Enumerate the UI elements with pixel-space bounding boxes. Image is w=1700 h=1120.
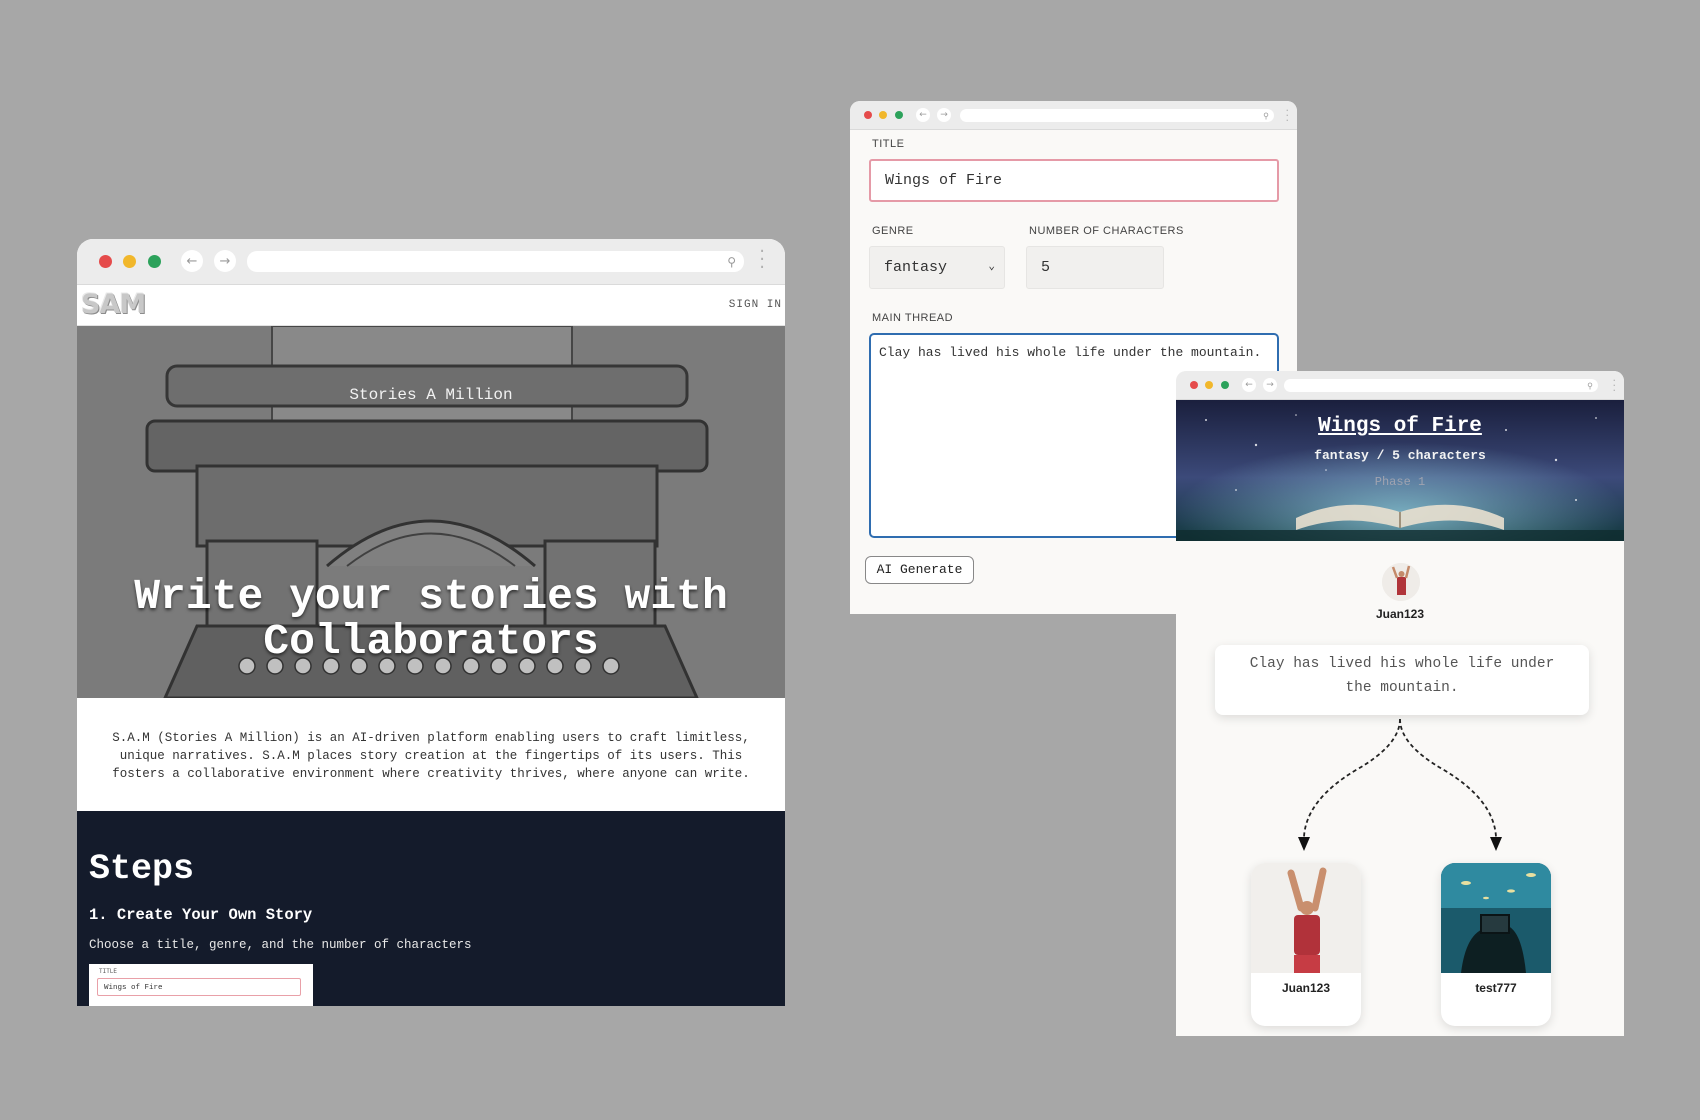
kebab-menu-icon[interactable]: · · · — [1286, 105, 1290, 126]
browser-chrome: ← → ⚲ · · · — [1176, 371, 1624, 400]
title-label: TITLE — [872, 138, 905, 150]
branch-author-name: Juan123 — [1281, 981, 1331, 995]
story-banner: Wings of Fire fantasy / 5 characters Pha… — [1176, 400, 1624, 541]
arrow-down-icon — [1490, 837, 1502, 851]
kebab-menu-icon[interactable]: · · · — [1613, 375, 1617, 396]
branch-right-line — [1399, 718, 1497, 838]
characters-input[interactable]: 5 — [1026, 246, 1164, 289]
forward-arrow-icon[interactable]: → — [937, 108, 951, 122]
chevron-down-icon: ⌄ — [988, 261, 995, 273]
sam-logo[interactable]: SAM — [81, 289, 146, 320]
genre-value: fantasy — [884, 259, 948, 276]
ai-generate-button[interactable]: AI Generate — [865, 556, 974, 584]
address-bar[interactable]: ⚲ — [247, 251, 744, 272]
branch-connector — [1298, 718, 1502, 851]
minimize-dot[interactable] — [123, 255, 136, 268]
branch-card-left[interactable]: Juan123 — [1251, 863, 1361, 1026]
branch-card-right[interactable]: test777 — [1441, 863, 1551, 1026]
arrow-down-icon — [1298, 837, 1310, 851]
story-title[interactable]: Wings of Fire — [1176, 415, 1624, 438]
branch-left-line — [1303, 718, 1401, 838]
minimize-dot[interactable] — [1205, 381, 1213, 389]
kebab-menu-icon[interactable]: · · · — [759, 243, 765, 277]
back-arrow-icon[interactable]: ← — [916, 108, 930, 122]
minimize-dot[interactable] — [879, 111, 887, 119]
back-arrow-icon[interactable]: ← — [181, 250, 203, 272]
characters-label: NUMBER OF CHARACTERS — [1029, 225, 1184, 237]
aquarium-photo — [1441, 863, 1551, 973]
close-dot[interactable] — [1190, 381, 1198, 389]
forward-arrow-icon[interactable]: → — [1263, 378, 1277, 392]
steps-section: Steps 1. Create Your Own Story Choose a … — [77, 811, 785, 1006]
story-phase: Phase 1 — [1374, 475, 1426, 489]
site-header: SAM SIGN IN — [77, 285, 785, 326]
search-icon: ⚲ — [1263, 111, 1269, 120]
basketball-player-photo — [1251, 863, 1361, 973]
close-dot[interactable] — [864, 111, 872, 119]
hero-headline: Write your stories with Collaborators — [77, 574, 785, 664]
title-input[interactable]: Wings of Fire — [869, 159, 1279, 202]
hero-headline-line2: Collaborators — [263, 617, 599, 666]
sign-in-link[interactable]: SIGN IN — [729, 299, 782, 311]
back-arrow-icon[interactable]: ← — [1242, 378, 1256, 392]
step-1-title: 1. Create Your Own Story — [89, 906, 313, 924]
landing-window: ← → ⚲ · · · SAM SIGN IN Stories A Millio… — [77, 239, 785, 1006]
close-dot[interactable] — [99, 255, 112, 268]
genre-label: GENRE — [872, 225, 914, 237]
author-avatar[interactable] — [1382, 563, 1420, 601]
genre-select[interactable]: fantasy ⌄ — [869, 246, 1005, 289]
about-text: S.A.M (Stories A Million) is an AI-drive… — [112, 731, 750, 781]
hero-subtitle: Stories A Million — [349, 386, 513, 404]
branch-author-name: test777 — [1475, 981, 1517, 995]
hero-section: Stories A Million Write your stories wit… — [77, 326, 785, 698]
maximize-dot[interactable] — [148, 255, 161, 268]
preview-title-label: TITLE — [99, 968, 118, 975]
author-name: Juan123 — [1375, 607, 1425, 621]
thread-card[interactable]: Clay has lived his whole life under the … — [1215, 645, 1589, 715]
story-view-window: ← → ⚲ · · · Wings of Fire fantasy / 5 ch… — [1176, 371, 1624, 1036]
about-section: S.A.M (Stories A Million) is an AI-drive… — [77, 698, 785, 811]
hero-headline-line1: Write your stories with — [134, 572, 728, 621]
thread-label: MAIN THREAD — [872, 312, 954, 324]
browser-chrome: ← → ⚲ · · · — [77, 239, 785, 285]
browser-chrome: ← → ⚲ · · · — [850, 101, 1297, 130]
address-bar[interactable]: ⚲ — [1284, 379, 1598, 392]
search-icon: ⚲ — [727, 254, 736, 269]
search-icon: ⚲ — [1587, 381, 1593, 390]
maximize-dot[interactable] — [895, 111, 903, 119]
steps-heading: Steps — [89, 849, 195, 889]
forward-arrow-icon[interactable]: → — [214, 250, 236, 272]
maximize-dot[interactable] — [1221, 381, 1229, 389]
story-meta: fantasy / 5 characters — [1314, 448, 1486, 463]
form-preview-thumbnail: TITLE Wings of Fire — [89, 964, 313, 1006]
preview-title-field: Wings of Fire — [97, 978, 301, 996]
step-1-description: Choose a title, genre, and the number of… — [89, 938, 472, 952]
address-bar[interactable]: ⚲ — [960, 109, 1274, 122]
player-photo — [1382, 563, 1420, 601]
